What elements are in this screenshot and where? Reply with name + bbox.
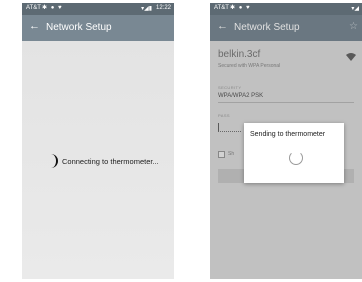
page-title: Network Setup [46, 22, 112, 33]
carrier-label: AT&T [214, 5, 229, 11]
loading-spinner-icon [289, 151, 303, 165]
main-content: Connecting to thermometer... [22, 41, 174, 279]
status-bar: AT&T ✱ ● ♥ ▾◢▮ 12:22 [22, 3, 174, 15]
left-phone-screen: AT&T ✱ ● ♥ ▾◢▮ 12:22 ← Network Setup Con… [22, 3, 174, 279]
notification-icons: ✱ ● ♥ [230, 5, 251, 11]
clock: 12:22 [155, 5, 171, 11]
signal-icon: ▾◢▮ [141, 6, 152, 12]
app-toolbar: ← Network Setup [22, 15, 174, 41]
right-phone-screen: AT&T ✱ ● ♥ ▾◢ ← Network Setup ☆ belkin.3… [210, 3, 362, 279]
connecting-indicator: Connecting to thermometer... [48, 154, 159, 168]
status-bar: AT&T ✱ ● ♥ ▾◢ [210, 3, 362, 15]
carrier-label: AT&T [26, 5, 41, 11]
progress-dialog: Sending to thermometer [244, 123, 344, 183]
spinner-icon [48, 154, 58, 168]
back-arrow-icon[interactable]: ← [29, 20, 40, 32]
signal-icon: ▾◢ [351, 6, 359, 12]
dialog-title: Sending to thermometer [250, 131, 326, 138]
notification-icons: ✱ ● ♥ [42, 5, 63, 11]
connecting-message: Connecting to thermometer... [62, 156, 159, 166]
